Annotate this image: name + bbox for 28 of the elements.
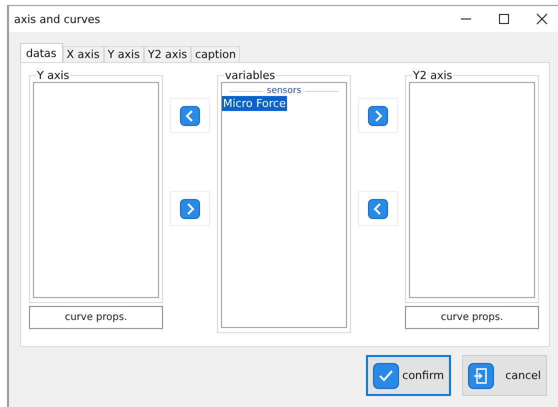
chevron-left-icon bbox=[368, 198, 388, 218]
list-box[interactable]: sensors Micro Force bbox=[221, 82, 347, 328]
tab[interactable]: datas bbox=[20, 43, 63, 62]
chevron-right-icon bbox=[368, 106, 388, 126]
arrow-button[interactable] bbox=[358, 98, 398, 133]
section-header: sensors bbox=[266, 86, 302, 96]
confirm-button[interactable]: confirm bbox=[366, 355, 451, 396]
chevron-right-icon bbox=[180, 198, 200, 218]
exit-door-icon bbox=[468, 362, 494, 388]
list-item[interactable]: Micro Force bbox=[222, 96, 287, 111]
group-title: variables bbox=[224, 69, 276, 82]
tab[interactable]: Y2 axis bbox=[144, 46, 192, 62]
tab[interactable]: caption bbox=[191, 46, 240, 62]
close-icon[interactable] bbox=[536, 13, 548, 25]
window-title: axis and curves bbox=[14, 12, 100, 26]
tab[interactable]: Y axis bbox=[104, 46, 144, 62]
chevron-left-icon bbox=[180, 106, 200, 126]
group-title: Y axis bbox=[36, 69, 70, 82]
maximize-icon[interactable] bbox=[498, 13, 510, 25]
arrow-button[interactable] bbox=[170, 98, 210, 133]
arrow-button[interactable] bbox=[358, 191, 398, 226]
curve-props-button[interactable]: curve props. bbox=[405, 306, 539, 329]
group-title: Y2 axis bbox=[412, 69, 454, 82]
curve-props-button[interactable]: curve props. bbox=[29, 306, 163, 329]
arrow-button[interactable] bbox=[170, 191, 210, 226]
tab[interactable]: X axis bbox=[62, 46, 104, 62]
checkmark-icon bbox=[373, 362, 399, 388]
cancel-button[interactable]: cancel bbox=[462, 355, 547, 396]
